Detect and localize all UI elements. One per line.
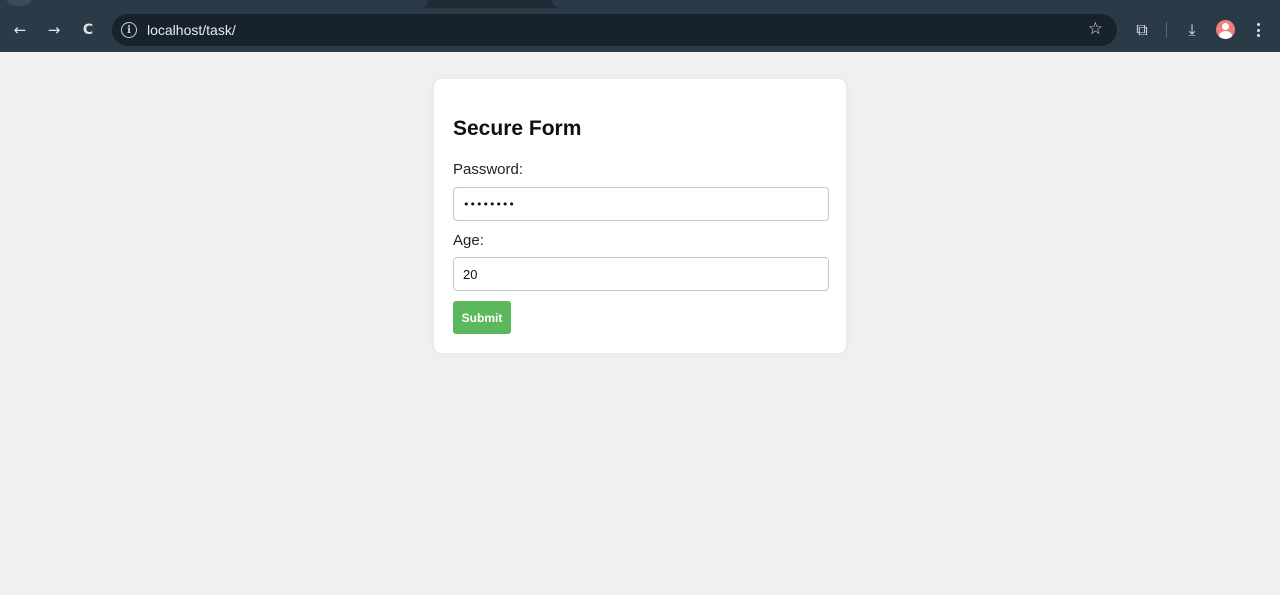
browser-toolbar: ← → C i localhost/task/ ☆ ⧉ ⤓ [0, 8, 1280, 52]
submit-button[interactable]: Submit [453, 301, 511, 334]
menu-kebab-icon[interactable] [1250, 20, 1266, 40]
age-label: Age: [453, 232, 484, 249]
tab-inactive-right[interactable] [552, 0, 1280, 8]
url-text[interactable]: localhost/task/ [147, 22, 236, 38]
password-input[interactable]: •••••••• [453, 187, 829, 221]
site-info-icon[interactable]: i [121, 22, 137, 38]
password-label: Password: [453, 161, 524, 178]
toolbar-divider [1166, 22, 1167, 38]
address-bar[interactable]: i localhost/task/ ☆ [112, 14, 1117, 46]
back-icon[interactable]: ← [8, 18, 32, 42]
form-title: Secure Form [453, 117, 582, 140]
forward-icon[interactable]: → [42, 18, 66, 42]
age-input[interactable]: 20 [453, 257, 829, 291]
extensions-icon[interactable]: ⧉ [1130, 18, 1154, 42]
tab-inactive-left[interactable] [0, 0, 428, 8]
tab-strip [0, 0, 1280, 8]
profile-avatar[interactable] [1216, 20, 1235, 39]
secure-form-card: Secure Form Password: •••••••• Age: 20 S… [434, 79, 846, 353]
bookmark-star-icon[interactable]: ☆ [1088, 19, 1103, 39]
tab-favicon [6, 0, 32, 6]
reload-icon[interactable]: C [76, 18, 100, 42]
tab-active[interactable] [428, 0, 552, 8]
download-icon[interactable]: ⤓ [1180, 18, 1204, 42]
